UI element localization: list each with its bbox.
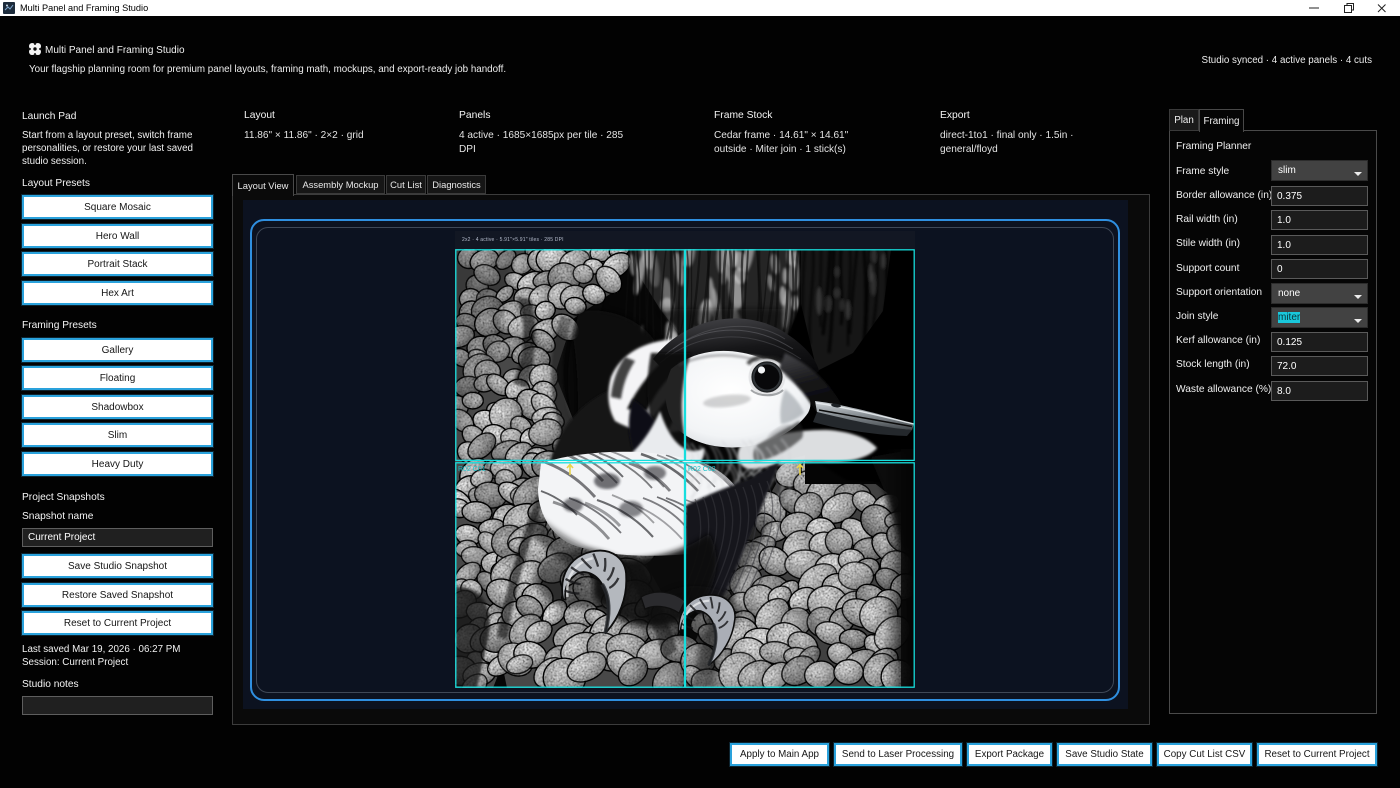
svg-text:R02 C01: R02 C01 (458, 466, 486, 473)
svg-text:R02 C02: R02 C02 (688, 466, 716, 473)
